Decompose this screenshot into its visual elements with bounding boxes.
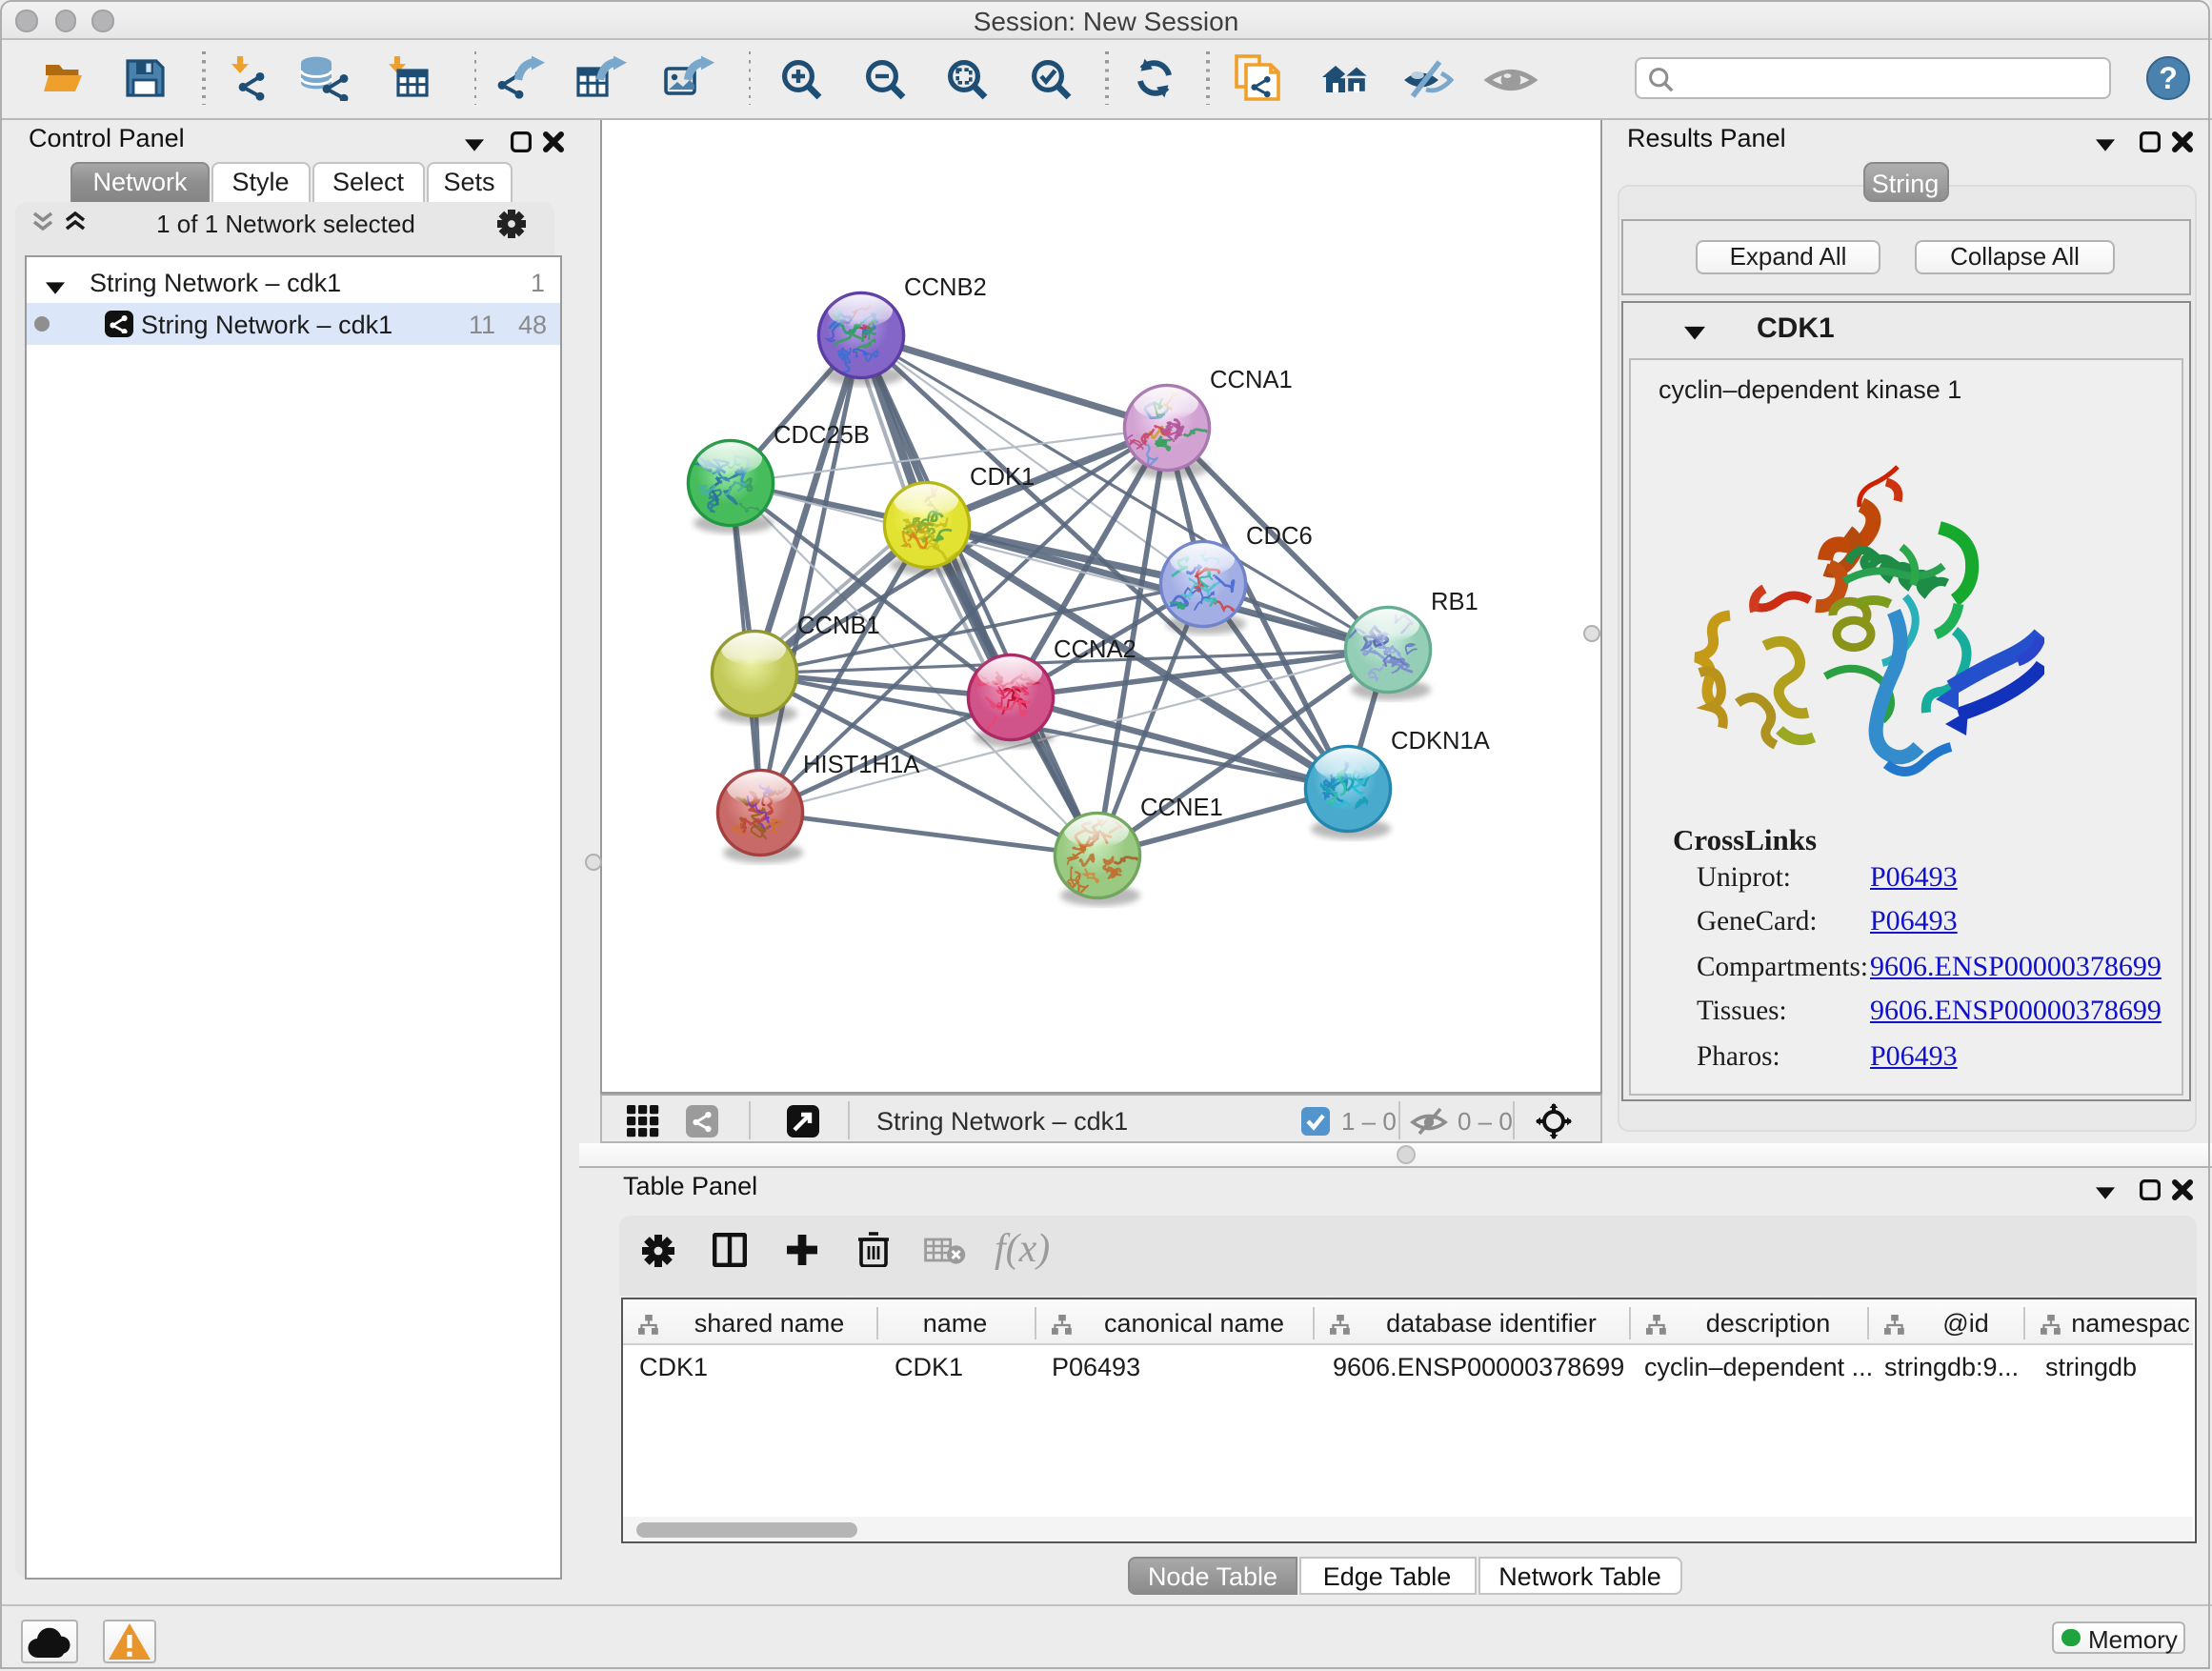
svg-text:CCNE1: CCNE1 [1140,794,1223,820]
svg-text:RB1: RB1 [1431,588,1478,614]
svg-text:CCNA2: CCNA2 [1054,635,1136,662]
svg-text:CCNA1: CCNA1 [1210,366,1293,393]
svg-text:CCNB1: CCNB1 [797,612,880,638]
svg-text:CDKN1A: CDKN1A [1391,727,1491,754]
svg-text:CDK1: CDK1 [970,463,1035,490]
svg-text:?: ? [2159,61,2178,95]
svg-text:CDC6: CDC6 [1246,522,1313,549]
svg-text:CCNB2: CCNB2 [904,273,987,300]
svg-text:HIST1H1A: HIST1H1A [803,751,920,777]
svg-text:CDC25B: CDC25B [774,421,870,448]
